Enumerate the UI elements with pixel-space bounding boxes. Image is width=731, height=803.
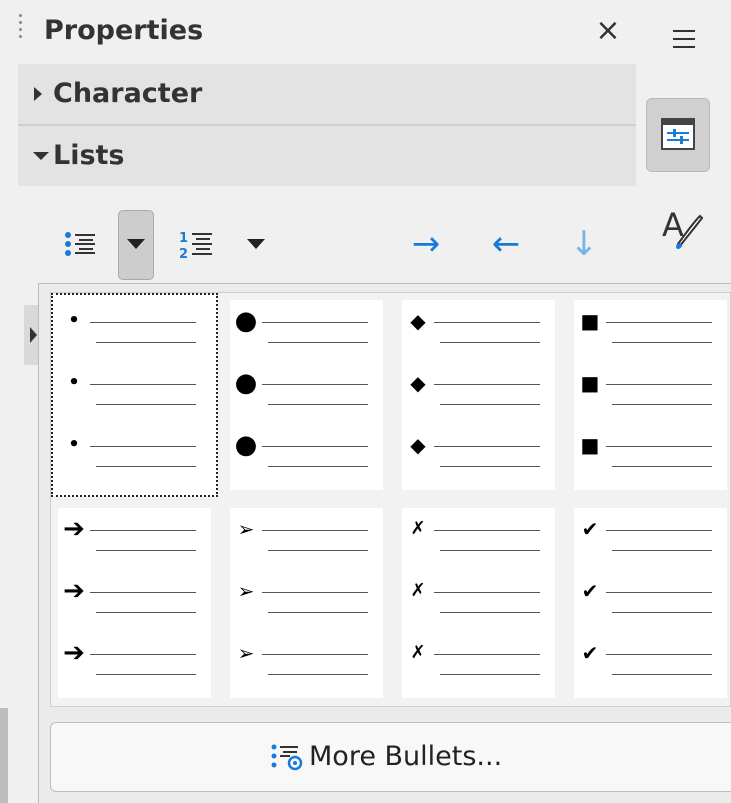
preview-line [90, 384, 196, 385]
bullet-option-cross[interactable]: ✗ ✗ ✗ [402, 508, 555, 698]
bullet-symbol: ➔ [63, 514, 85, 544]
bullet-symbol: ➢ [237, 579, 255, 603]
preview-line [96, 550, 196, 551]
bullet-symbol: ◆ [410, 433, 426, 457]
preview-line [440, 342, 540, 343]
preview-line [90, 654, 196, 655]
bullet-option-square[interactable]: ■ ■ ■ [574, 300, 727, 490]
preview-line [90, 592, 196, 593]
preview-line [440, 404, 540, 405]
preview-line [96, 342, 196, 343]
bullet-option-large-dot[interactable]: ● ● ● [230, 300, 383, 490]
preview-line [606, 592, 712, 593]
bullet-option-arrow[interactable]: ➔ ➔ ➔ [58, 508, 211, 698]
bullet-option-small-dot[interactable]: • • • [51, 293, 218, 497]
preview-line [96, 404, 196, 405]
bullet-symbol: • [68, 434, 80, 455]
preview-line [268, 612, 368, 613]
preview-line [606, 384, 712, 385]
preview-line [440, 550, 540, 551]
preview-line [606, 322, 712, 323]
bullet-symbol: ➢ [237, 517, 255, 541]
bullet-symbol: ✗ [410, 642, 426, 663]
preview-line [262, 322, 368, 323]
preview-line [434, 530, 540, 531]
preview-line [268, 342, 368, 343]
preview-line [268, 404, 368, 405]
bullet-symbol: ✔ [581, 641, 599, 665]
bullet-symbol: ◆ [410, 371, 426, 395]
preview-line [612, 466, 712, 467]
bullet-symbol: • [68, 372, 80, 393]
preview-line [434, 446, 540, 447]
bullet-symbol: ➔ [63, 576, 85, 606]
bullet-symbol: ➔ [63, 638, 85, 668]
preview-line [268, 550, 368, 551]
preview-line [612, 550, 712, 551]
preview-line [90, 530, 196, 531]
bullet-symbol: ✔ [581, 517, 599, 541]
preview-line [262, 384, 368, 385]
preview-line [262, 530, 368, 531]
bullet-settings-icon [271, 744, 303, 771]
preview-line [434, 654, 540, 655]
bullet-symbol: ✗ [410, 518, 426, 539]
preview-line [434, 592, 540, 593]
bullet-symbol: ■ [580, 433, 600, 457]
bullet-symbol: ◆ [410, 309, 426, 333]
preview-line [440, 612, 540, 613]
preview-line [606, 654, 712, 655]
preview-line [606, 446, 712, 447]
bullet-option-arrowhead[interactable]: ➢ ➢ ➢ [230, 508, 383, 698]
preview-line [612, 342, 712, 343]
more-bullets-label: More Bullets... [309, 741, 503, 772]
preview-line [96, 612, 196, 613]
preview-line [612, 404, 712, 405]
preview-line [268, 674, 368, 675]
preview-line [262, 592, 368, 593]
preview-line [434, 322, 540, 323]
bullet-symbol: ■ [580, 309, 600, 333]
bullet-symbol: ✗ [410, 580, 426, 601]
preview-line [612, 612, 712, 613]
bullet-symbol: ✔ [581, 579, 599, 603]
bullet-symbol: ➢ [237, 641, 255, 665]
preview-line [606, 530, 712, 531]
bullet-symbol: ● [234, 306, 258, 336]
preview-line [96, 674, 196, 675]
preview-line [440, 674, 540, 675]
preview-line [90, 446, 196, 447]
bullet-symbol: ■ [580, 371, 600, 395]
bullet-option-diamond[interactable]: ◆ ◆ ◆ [402, 300, 555, 490]
preview-line [440, 466, 540, 467]
bullet-symbol: ● [234, 430, 258, 460]
bullet-symbol: • [68, 310, 80, 331]
preview-line [262, 446, 368, 447]
preview-line [90, 322, 196, 323]
preview-line [262, 654, 368, 655]
bullet-cells-layer: • • • ● ● ● ◆ ◆ ◆ ■ ■ ■ ➔ ➔ ➔ ➢ ➢ ➢ ✗ ✗ ✗ ✔ ✔ ✔ [0, 0, 731, 803]
preview-line [434, 384, 540, 385]
preview-line [268, 466, 368, 467]
bullet-symbol: ● [234, 368, 258, 398]
bullet-option-check[interactable]: ✔ ✔ ✔ [574, 508, 727, 698]
preview-line [96, 466, 196, 467]
preview-line [612, 674, 712, 675]
